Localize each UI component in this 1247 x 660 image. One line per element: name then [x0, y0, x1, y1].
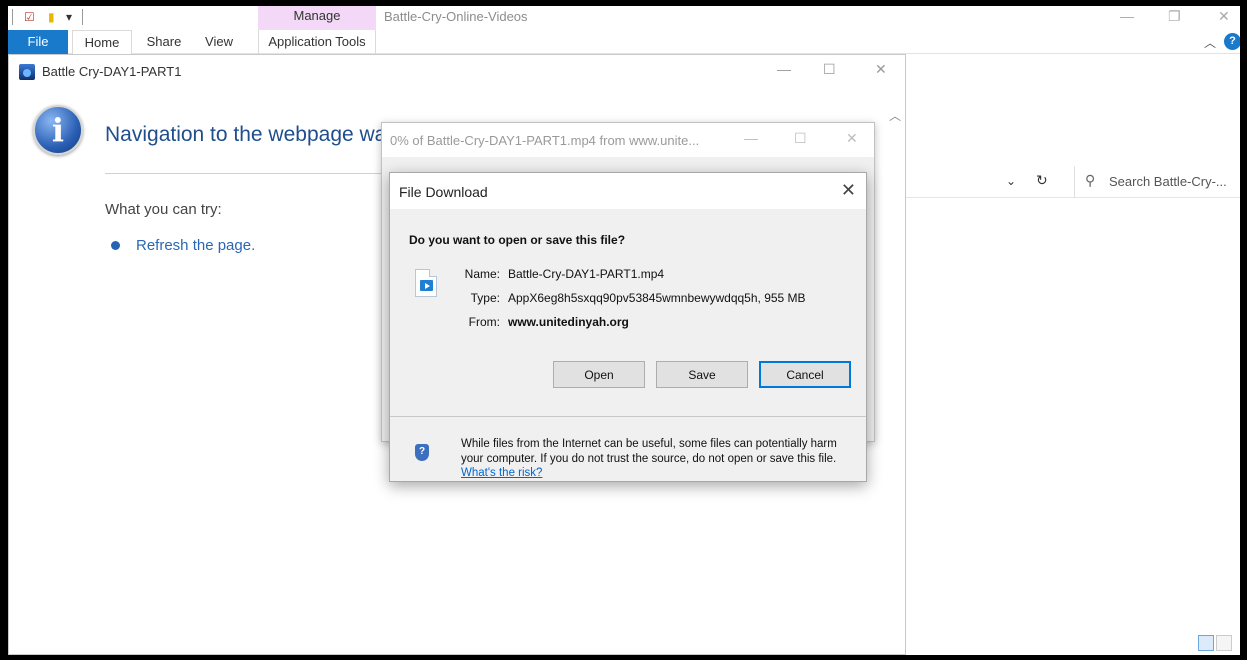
- tab-file[interactable]: File: [8, 30, 68, 54]
- maximize-icon[interactable]: ☐: [823, 61, 836, 78]
- bullet-icon: [111, 241, 120, 250]
- tab-application-tools[interactable]: Application Tools: [258, 30, 376, 54]
- security-warning-text: While files from the Internet can be use…: [461, 437, 851, 481]
- tab-view[interactable]: View: [194, 30, 244, 54]
- ribbon-tab-bar: File Home Share View Application Tools ︿…: [8, 30, 1240, 54]
- close-icon[interactable]: ✕: [1218, 8, 1230, 25]
- progress-window-title: 0% of Battle-Cry-DAY1-PART1.mp4 from www…: [390, 133, 700, 148]
- close-icon[interactable]: ✕: [841, 180, 856, 201]
- search-placeholder: Search Battle-Cry-...: [1109, 174, 1227, 189]
- file-name-value: Battle-Cry-DAY1-PART1.mp4: [508, 267, 665, 281]
- quick-access-toolbar: ☑ ▮ ▾: [8, 6, 1240, 30]
- play-icon: [420, 280, 433, 291]
- name-label: Name:: [464, 267, 500, 281]
- progress-titlebar: 0% of Battle-Cry-DAY1-PART1.mp4 from www…: [382, 123, 874, 157]
- save-button[interactable]: Save: [656, 361, 748, 388]
- from-label: From:: [468, 315, 500, 329]
- toolbar-divider: [12, 9, 13, 25]
- explorer-file-list: [904, 206, 1240, 655]
- toolbar-divider: [82, 9, 83, 25]
- minimize-icon[interactable]: —: [777, 61, 791, 77]
- navigation-error-heading: Navigation to the webpage wa: [105, 123, 387, 146]
- help-icon[interactable]: ?: [1224, 33, 1240, 50]
- shield-icon: ?: [415, 444, 429, 461]
- manage-contextual-tab[interactable]: Manage: [258, 6, 376, 30]
- address-bar-region: ⌄ ↻ ⚲ Search Battle-Cry-...: [904, 166, 1240, 198]
- warning-message: While files from the Internet can be use…: [461, 438, 837, 465]
- whats-the-risk-link[interactable]: What's the risk?: [461, 467, 542, 479]
- view-mode-buttons: [1196, 635, 1236, 653]
- security-warning-footer: ? While files from the Internet can be u…: [390, 417, 866, 481]
- minimize-icon[interactable]: —: [1120, 8, 1134, 24]
- file-download-dialog: File Download ✕ Do you want to open or s…: [389, 172, 867, 482]
- type-label: Type:: [470, 291, 500, 305]
- dialog-titlebar: File Download ✕: [390, 173, 866, 209]
- address-history-chevron-icon[interactable]: ⌄: [1006, 174, 1016, 188]
- restore-icon[interactable]: ❐: [1168, 8, 1181, 25]
- explorer-window-controls: — ❐ ✕: [1080, 6, 1240, 30]
- search-icon: ⚲: [1085, 172, 1096, 188]
- cancel-button[interactable]: Cancel: [759, 361, 851, 388]
- app-logo-icon: [19, 64, 35, 80]
- details-view-icon[interactable]: [1198, 635, 1214, 651]
- try-label: What you can try:: [105, 201, 222, 218]
- explorer-window-title: Battle-Cry-Online-Videos: [384, 9, 528, 24]
- maximize-icon[interactable]: ☐: [794, 130, 807, 147]
- customize-toolbar-chevron-icon[interactable]: ▾: [66, 10, 72, 24]
- file-source-value: www.unitedinyah.org: [508, 315, 629, 329]
- open-button[interactable]: Open: [553, 361, 645, 388]
- browser-window-title: Battle Cry-DAY1-PART1: [42, 64, 182, 79]
- info-icon: i: [33, 105, 83, 155]
- file-type-value: AppX6eg8h5sxqq90pv53845wmnbewywdqq5h, 95…: [508, 291, 806, 305]
- open-or-save-question: Do you want to open or save this file?: [409, 233, 626, 247]
- minimize-icon[interactable]: —: [744, 130, 758, 146]
- dialog-title: File Download: [399, 184, 488, 200]
- properties-check-icon[interactable]: ☑: [24, 10, 35, 24]
- desktop-screen: ☑ ▮ ▾ Manage Battle-Cry-Online-Videos — …: [8, 6, 1240, 655]
- close-icon[interactable]: ✕: [875, 61, 887, 78]
- new-folder-icon[interactable]: ▮: [48, 10, 55, 24]
- scroll-up-chevron-icon[interactable]: ︿: [889, 107, 901, 124]
- browser-titlebar: Battle Cry-DAY1-PART1 — ☐ ✕: [9, 55, 905, 85]
- refresh-icon[interactable]: ↻: [1036, 172, 1048, 189]
- close-icon[interactable]: ✕: [846, 130, 858, 147]
- refresh-page-link[interactable]: Refresh the page.: [136, 237, 255, 254]
- large-icons-view-icon[interactable]: [1216, 635, 1232, 651]
- search-input[interactable]: ⚲ Search Battle-Cry-...: [1074, 166, 1240, 198]
- collapse-ribbon-chevron-icon[interactable]: ︿: [1204, 34, 1216, 51]
- tab-home[interactable]: Home: [72, 30, 132, 54]
- tab-share[interactable]: Share: [134, 30, 194, 54]
- ribbon-right-controls: ︿ ?: [1200, 33, 1240, 51]
- heading-divider: [105, 173, 405, 174]
